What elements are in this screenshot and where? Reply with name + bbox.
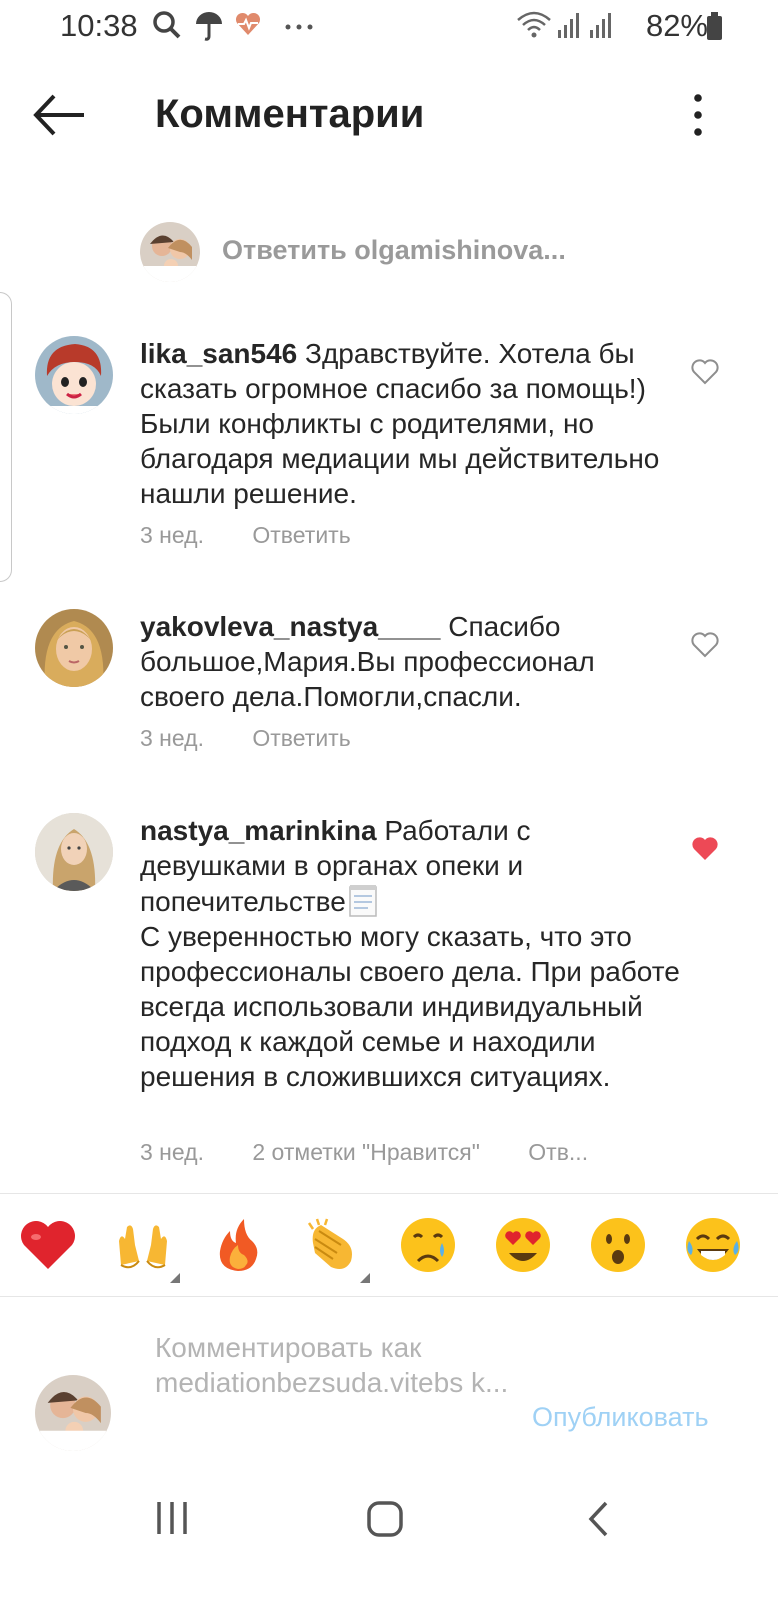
home-icon[interactable] [366,1500,404,1538]
emoji-variant-indicator [360,1273,370,1283]
heart-emoji[interactable] [18,1215,78,1275]
avatar[interactable] [35,609,113,687]
publish-button[interactable]: Опубликовать [532,1402,709,1433]
more-vertical-icon[interactable] [688,92,708,138]
status-time: 10:38 [60,8,138,43]
notepad-emoji-icon [349,885,377,917]
heart-eyes-emoji[interactable] [493,1215,553,1275]
reply-button[interactable]: Отв... [528,1139,588,1166]
comment-username[interactable]: nastya_marinkina [140,815,377,846]
tears-of-joy-emoji[interactable] [683,1215,743,1275]
comment-meta: 3 нед. Ответить [140,522,351,549]
reply-row[interactable]: Ответить olgamishinova... [140,222,740,282]
comment-body: nastya_marinkina Работали с девушками в … [140,813,680,1094]
avatar[interactable] [35,336,113,414]
comment-text-continued: С уверенностью могу сказать, что это про… [140,921,680,1092]
comment-username[interactable]: lika_san546 [140,338,297,369]
heart-outline-icon[interactable] [690,631,720,659]
back-nav-icon[interactable] [586,1500,612,1538]
divider [0,1193,778,1194]
battery-icon [707,12,722,40]
more-dots-icon [285,24,313,30]
raised-hands-emoji[interactable] [113,1215,173,1275]
comment-body: lika_san546 Здравствуйте. Хотела бы сказ… [140,336,680,511]
comment-time: 3 нед. [140,725,204,751]
page-title: Комментарии [155,92,425,136]
comment-meta: 3 нед. 2 отметки "Нравится" Отв... [140,1139,588,1166]
battery-percent: 82% [645,8,708,43]
reply-button[interactable]: Ответить [252,522,350,549]
back-button[interactable] [30,92,90,138]
status-bar: 10:38 82% [0,0,778,54]
comment-input[interactable]: Комментировать как mediationbezsuda.vite… [155,1330,515,1400]
reply-avatar [140,222,200,282]
scroll-handle[interactable] [0,292,12,582]
heart-rate-icon [235,12,261,35]
likes-count[interactable]: 2 отметки "Нравится" [252,1139,480,1166]
crying-face-emoji[interactable] [398,1215,458,1275]
app-header: Комментарии [0,70,778,160]
comment-body: yakovleva_nastya____ Спасибо большое,Мар… [140,609,680,714]
heart-filled-icon[interactable] [690,835,720,863]
divider [0,1296,778,1297]
reply-button[interactable]: Ответить [252,725,350,752]
recent-apps-icon[interactable] [155,1500,189,1536]
reply-to-text: Ответить olgamishinova... [222,235,566,265]
avatar[interactable] [35,813,113,891]
clapping-hands-emoji[interactable] [303,1215,363,1275]
user-avatar [35,1375,111,1451]
heart-outline-icon[interactable] [690,358,720,386]
comment-username[interactable]: yakovleva_nastya____ [140,611,440,642]
comment-time: 3 нед. [140,522,204,548]
umbrella-icon [196,12,222,41]
surprised-face-emoji[interactable] [588,1215,648,1275]
comment-time: 3 нед. [140,1139,204,1165]
fire-emoji[interactable] [208,1215,268,1275]
system-nav-bar [0,1480,778,1560]
comment-meta: 3 нед. Ответить [140,725,351,752]
comment-composer: Комментировать как mediationbezsuda.vite… [0,1330,778,1460]
signal-icon-2 [590,13,611,38]
emoji-reaction-bar [0,1215,778,1295]
emoji-variant-indicator [170,1273,180,1283]
signal-icon [558,13,579,38]
search-icon [153,11,181,39]
wifi-icon [517,11,551,38]
